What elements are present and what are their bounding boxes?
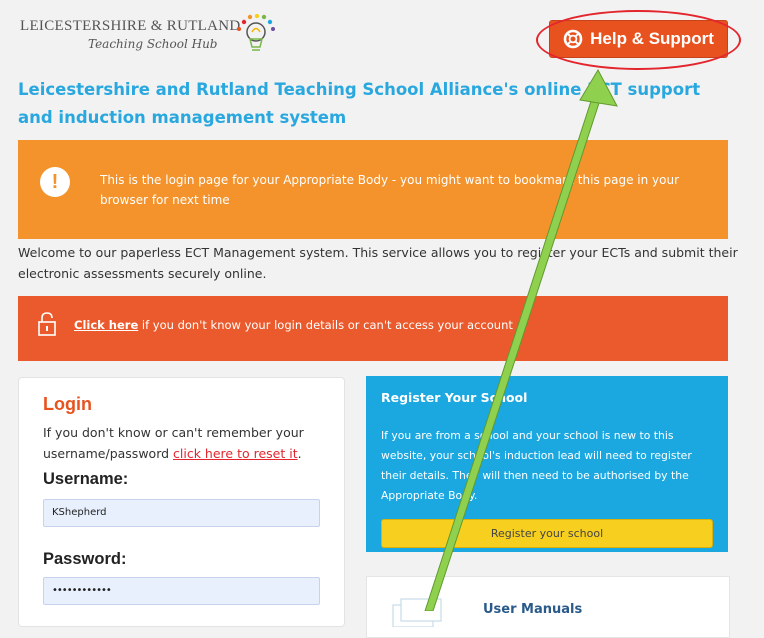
login-help-message: Click here if you don't know your login …	[74, 318, 513, 332]
login-help-suffix: .	[297, 446, 302, 461]
reset-password-link[interactable]: click here to reset it	[173, 446, 298, 461]
brand-logo-line2: Teaching School Hub	[88, 37, 218, 51]
login-help-text: If you don't know or can't remember your…	[43, 422, 333, 464]
login-title: Login	[43, 394, 92, 414]
register-title: Register Your School	[381, 390, 528, 405]
welcome-text: Welcome to our paperless ECT Management …	[18, 245, 738, 281]
manual-icon	[392, 598, 442, 627]
register-school-button[interactable]: Register your school	[381, 519, 713, 548]
page-title: Leicestershire and Rutland Teaching Scho…	[18, 80, 701, 127]
user-manuals-title: User Manuals	[483, 602, 583, 617]
brand-logo-line1: LEICESTERSHIRE & RUTLAND	[20, 18, 241, 34]
lock-icon	[38, 312, 56, 336]
exclamation-icon: !	[40, 167, 70, 197]
user-manuals-card[interactable]: User Manuals	[366, 576, 730, 638]
login-card: Login If you don't know or can't remembe…	[18, 377, 345, 627]
username-label: Username:	[43, 470, 129, 488]
lightbulb-icon	[237, 14, 275, 51]
password-label: Password:	[43, 550, 127, 568]
register-school-card: Register Your School If you are from a s…	[366, 376, 728, 552]
login-help-notice: Click here if you don't know your login …	[18, 296, 728, 361]
login-help-text: if you don't know your login details or …	[138, 318, 513, 332]
login-help-link[interactable]: Click here	[74, 318, 138, 332]
register-text: If you are from a school and your school…	[381, 429, 692, 502]
username-input[interactable]: KShepherd	[43, 499, 320, 527]
bookmark-notice: ! This is the login page for your Approp…	[18, 140, 728, 239]
bookmark-notice-text: This is the login page for your Appropri…	[100, 173, 680, 207]
password-input[interactable]: ••••••••••••	[43, 577, 320, 605]
brand-logo[interactable]: LEICESTERSHIRE & RUTLAND Teaching School…	[14, 12, 275, 56]
annotation-red-circle	[536, 10, 741, 70]
